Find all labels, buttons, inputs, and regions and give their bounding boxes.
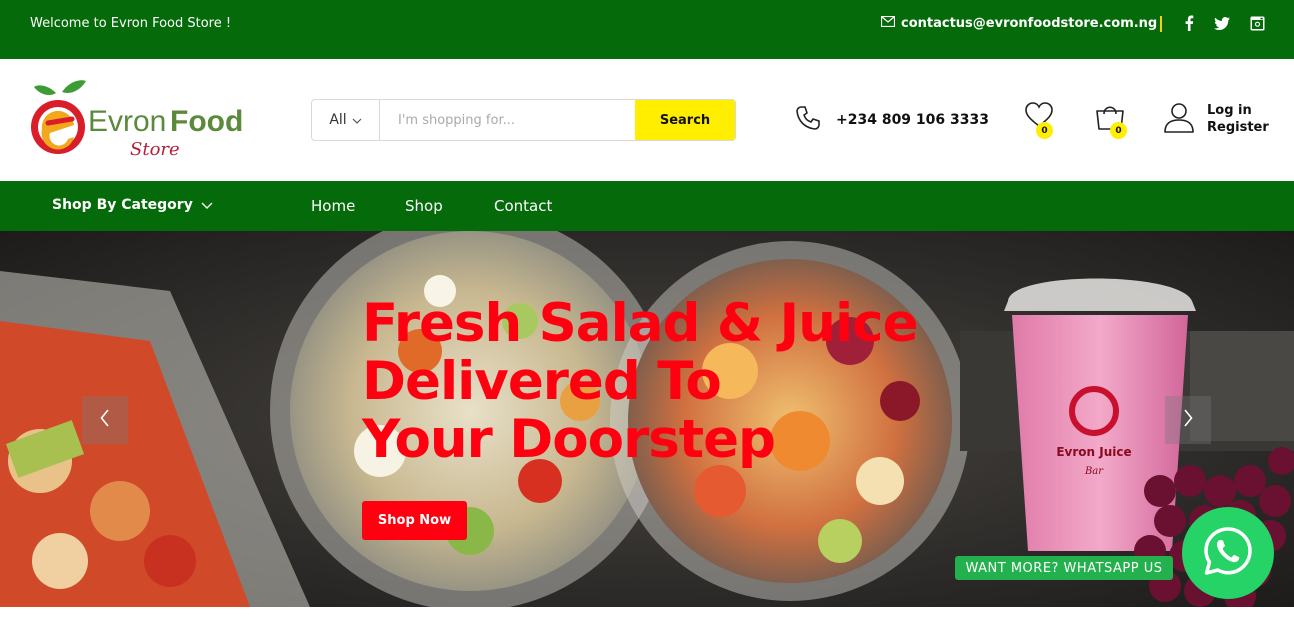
- whatsapp-label[interactable]: WANT MORE? WHATSAPP US: [955, 556, 1173, 580]
- welcome-text: Welcome to Evron Food Store !: [30, 16, 232, 31]
- mail-icon: [880, 15, 896, 31]
- chevron-down-icon: [352, 112, 362, 128]
- logo-word2: Food: [170, 105, 243, 138]
- hero-slider: Evron Juice Bar Fresh Salad & Juice Deli…: [0, 231, 1294, 607]
- shop-by-category-label: Shop By Category: [52, 197, 193, 213]
- hero-headline-line1: Fresh Salad & Juice: [362, 293, 919, 354]
- chevron-left-icon: [100, 409, 110, 431]
- contact-email-text: contactus@evronfoodstore.com.ng: [901, 16, 1158, 31]
- header: Evron Food Store All Search +234 809 106…: [0, 59, 1294, 181]
- whatsapp-icon: [1202, 525, 1254, 581]
- top-bar: Welcome to Evron Food Store ! contactus@…: [0, 0, 1294, 59]
- phone-contact[interactable]: +234 809 106 3333: [794, 104, 989, 136]
- cart-button[interactable]: 0: [1094, 101, 1128, 139]
- wishlist-button[interactable]: 0: [1024, 101, 1058, 139]
- slider-next-button[interactable]: [1165, 396, 1211, 444]
- search-button[interactable]: Search: [635, 100, 735, 140]
- whatsapp-button[interactable]: [1182, 507, 1274, 599]
- login-register[interactable]: Log in Register: [1163, 101, 1269, 137]
- user-icon: [1163, 101, 1195, 137]
- contact-email[interactable]: contactus@evronfoodstore.com.ng: [880, 15, 1158, 31]
- shop-now-button[interactable]: Shop Now: [362, 501, 467, 540]
- hero-headline: Fresh Salad & Juice Delivered To Your Do…: [362, 295, 982, 469]
- phone-icon: [794, 104, 822, 136]
- hero-headline-line3: Your Doorstep: [362, 409, 776, 470]
- facebook-icon[interactable]: [1180, 14, 1198, 32]
- shop-by-category-menu[interactable]: Shop By Category: [52, 197, 213, 213]
- wishlist-count: 0: [1036, 122, 1053, 139]
- cart-count: 0: [1110, 122, 1127, 139]
- search-bar: All Search: [311, 99, 736, 141]
- nav-shop[interactable]: Shop: [405, 197, 443, 215]
- divider: [1160, 16, 1162, 32]
- chevron-down-icon: [201, 197, 213, 213]
- slider-prev-button[interactable]: [82, 396, 128, 444]
- phone-number: +234 809 106 3333: [836, 112, 989, 128]
- twitter-icon[interactable]: [1213, 14, 1231, 32]
- main-nav: Shop By Category Home Shop Contact: [0, 181, 1294, 231]
- cup-sub-text: Bar: [1084, 466, 1104, 477]
- logo[interactable]: Evron Food Store: [28, 79, 258, 163]
- chevron-right-icon: [1183, 409, 1193, 431]
- search-input[interactable]: [380, 100, 635, 140]
- logo-word1: Evron: [88, 105, 166, 138]
- nav-contact[interactable]: Contact: [494, 197, 552, 215]
- category-select-value: All: [329, 112, 347, 128]
- category-select[interactable]: All: [312, 100, 380, 140]
- hero-headline-line2: Delivered To: [362, 351, 722, 412]
- logo-word3: Store: [130, 139, 180, 160]
- login-link[interactable]: Log in: [1207, 102, 1269, 119]
- instagram-icon[interactable]: [1248, 14, 1266, 32]
- nav-home[interactable]: Home: [311, 197, 355, 215]
- cup-brand-text: Evron Juice: [1056, 445, 1131, 459]
- register-link[interactable]: Register: [1207, 119, 1269, 136]
